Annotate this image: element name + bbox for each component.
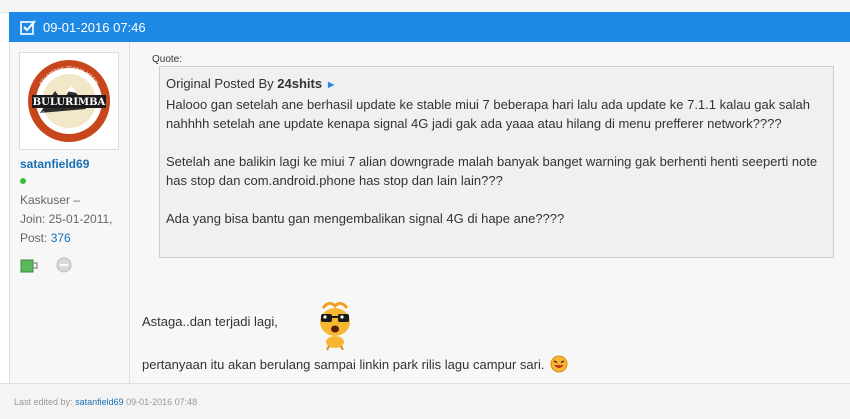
user-icons	[20, 257, 72, 278]
laughing-emoticon	[550, 355, 568, 373]
original-poster-link[interactable]: 24shits	[277, 76, 322, 91]
post-header: 09-01-2016 07:46	[9, 12, 850, 42]
view-post-arrow-icon[interactable]: ►	[326, 79, 337, 91]
user-join-date: Join: 25-01-2011,	[20, 212, 113, 226]
message-line-1: Astaga..dan terjadi lagi,	[142, 314, 278, 329]
shocked-emoticon	[313, 300, 357, 355]
user-meta: Kaskuser – Join: 25-01-2011, Post: 376	[20, 191, 128, 248]
post-footer: Last edited by: satanfield69 09-01-2016 …	[0, 383, 850, 419]
quote-label: Quote:	[152, 54, 183, 65]
user-info-panel: BULURIMBA KELOMPOK TEKNIK MESIN SUKA DAM…	[10, 42, 130, 383]
quote-paragraph: Halooo gan setelah ane berhasil update k…	[166, 97, 810, 131]
user-post-count: Post: 376	[20, 231, 71, 245]
last-edited-info: Last edited by: satanfield69 09-01-2016 …	[14, 397, 198, 407]
post-timestamp: 09-01-2016 07:46	[43, 19, 146, 35]
quote-box: Original Posted By 24shits ► Halooo gan …	[159, 66, 834, 258]
reputation-icon[interactable]	[20, 257, 38, 278]
online-status-dot	[20, 178, 26, 184]
post-body: BULURIMBA KELOMPOK TEKNIK MESIN SUKA DAM…	[9, 42, 850, 383]
avatar[interactable]: BULURIMBA KELOMPOK TEKNIK MESIN SUKA DAM…	[19, 52, 119, 150]
user-rank: Kaskuser –	[20, 193, 81, 207]
quote-paragraph: Ada yang bisa bantu gan mengembalikan si…	[166, 211, 565, 226]
message-line-2: pertanyaan itu akan berulang sampai link…	[142, 355, 568, 373]
post-content: Quote: Original Posted By 24shits ► Halo…	[131, 42, 850, 383]
offline-icon[interactable]	[56, 257, 72, 278]
quote-paragraph: Setelah ane balikin lagi ke miui 7 alian…	[166, 154, 818, 188]
checkbox-icon[interactable]	[20, 19, 36, 35]
avatar-logo-text: BULURIMBA	[33, 97, 106, 108]
quote-header: Original Posted By 24shits ►	[166, 76, 337, 91]
post-count-link[interactable]: 376	[51, 231, 71, 245]
last-edited-user-link[interactable]: satanfield69	[75, 397, 124, 407]
username-link[interactable]: satanfield69	[20, 157, 89, 171]
